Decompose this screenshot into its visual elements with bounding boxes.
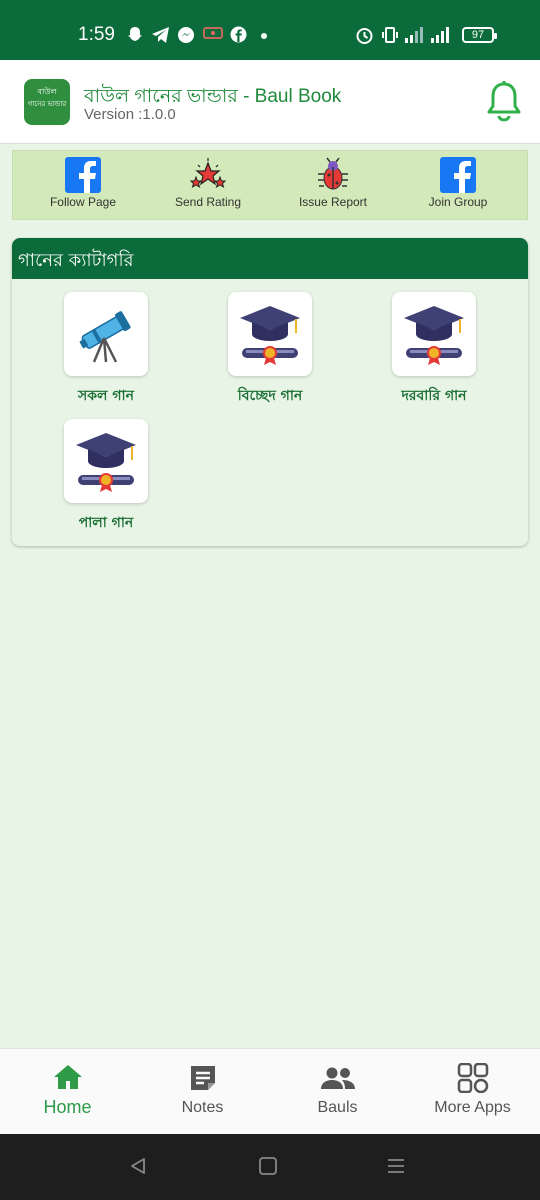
category-tile	[64, 292, 148, 376]
category-all-songs[interactable]: সকল গান	[46, 292, 166, 412]
category-label: দরবারি গান	[401, 388, 467, 404]
dot-icon	[261, 33, 267, 39]
bottom-navigation: Home Notes Bauls More Apps	[0, 1048, 540, 1134]
category-label: সকল গান	[78, 388, 134, 404]
nav-label: More Apps	[434, 1099, 511, 1116]
facebook-status-icon	[230, 26, 247, 43]
action-label: Join Group	[428, 195, 488, 209]
category-darbari-songs[interactable]: দরবারি গান	[374, 292, 494, 412]
facebook-icon	[65, 157, 101, 193]
join-group-button[interactable]: Join Group	[403, 157, 513, 217]
category-title: গানের ক্যাটাগরি	[12, 238, 528, 279]
system-navigation-bar	[0, 1134, 540, 1200]
follow-page-button[interactable]: Follow Page	[28, 157, 138, 217]
action-label: Follow Page	[49, 195, 117, 209]
home-button-icon[interactable]	[258, 1156, 278, 1176]
logo-text-line2: গানের ভান্ডার	[27, 100, 67, 108]
home-icon	[53, 1065, 82, 1089]
category-tile	[64, 419, 148, 503]
nav-label: Bauls	[317, 1099, 358, 1116]
back-icon[interactable]	[128, 1156, 148, 1176]
graduation-cap-icon	[76, 433, 136, 492]
category-bichched-songs[interactable]: বিচ্ছেদ গান	[210, 292, 330, 412]
bug-icon	[318, 157, 348, 190]
app-version: Version :1.0.0	[84, 106, 176, 123]
alarm-icon	[356, 28, 373, 44]
cast-icon	[203, 27, 223, 39]
nav-more-apps[interactable]: More Apps	[405, 1063, 540, 1129]
issue-report-button[interactable]: Issue Report	[278, 157, 388, 217]
stars-icon	[190, 158, 226, 189]
signal-icon-2	[431, 27, 449, 43]
battery-indicator: 97	[462, 27, 497, 43]
people-icon	[320, 1067, 355, 1089]
action-label: Issue Report	[298, 195, 368, 209]
quick-actions-panel: Follow Page Send Rating Issue Report Joi…	[12, 150, 528, 220]
status-bar: 1:59 97	[0, 0, 540, 60]
telescope-icon	[79, 311, 131, 363]
category-tile	[228, 292, 312, 376]
apps-grid-icon	[457, 1063, 488, 1093]
action-label: Send Rating	[174, 195, 242, 209]
nav-label: Notes	[181, 1099, 224, 1116]
nav-label: Home	[43, 1097, 92, 1117]
notes-icon	[190, 1066, 215, 1090]
messenger-icon	[178, 27, 194, 43]
telegram-icon	[152, 27, 169, 43]
nav-notes[interactable]: Notes	[135, 1063, 270, 1129]
nav-home[interactable]: Home	[0, 1063, 135, 1129]
bell-icon[interactable]	[484, 80, 524, 124]
menu-icon[interactable]	[386, 1156, 406, 1176]
nav-bauls[interactable]: Bauls	[270, 1063, 405, 1129]
facebook-icon	[440, 157, 476, 193]
app-header: বাউল গানের ভান্ডার বাউল গানের ভান্ডার - …	[0, 60, 540, 144]
snapchat-icon	[128, 27, 142, 41]
app-logo: বাউল গানের ভান্ডার	[24, 79, 70, 125]
signal-icon	[405, 27, 423, 43]
logo-text-line1: বাউল	[37, 87, 57, 96]
status-time: 1:59	[78, 24, 115, 45]
category-tile	[392, 292, 476, 376]
category-card: গানের ক্যাটাগরি সকল গান বিচ্ছেদ গান দরবা…	[12, 238, 528, 546]
category-pala-songs[interactable]: পালা গান	[46, 419, 166, 539]
send-rating-button[interactable]: Send Rating	[153, 157, 263, 217]
category-label: বিচ্ছেদ গান	[237, 388, 303, 404]
graduation-cap-icon	[240, 306, 300, 365]
graduation-cap-icon	[404, 306, 464, 365]
vibrate-icon	[382, 27, 398, 43]
category-label: পালা গান	[78, 515, 134, 531]
